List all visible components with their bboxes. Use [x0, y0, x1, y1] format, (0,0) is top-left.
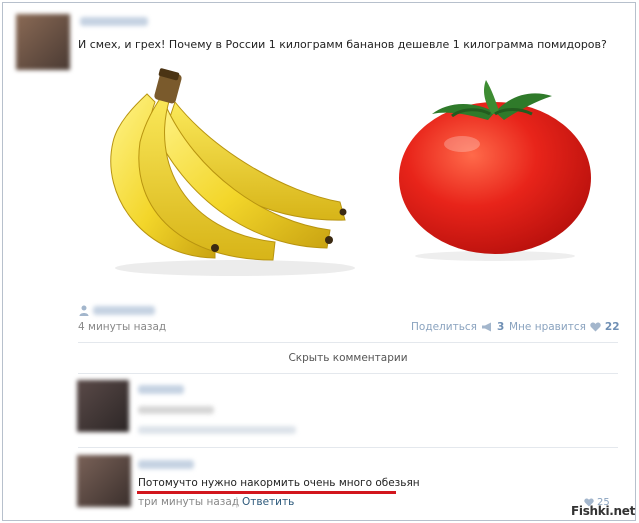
commenter-name[interactable]: [138, 385, 184, 394]
like-label: Мне нравится: [509, 321, 586, 333]
commenter-name[interactable]: [138, 460, 194, 469]
like-button[interactable]: Мне нравится 22: [509, 321, 620, 333]
reply-link[interactable]: Ответить: [242, 496, 294, 508]
hide-comments-link[interactable]: Скрыть комментарии: [78, 352, 618, 364]
divider: [78, 373, 618, 374]
divider: [78, 342, 618, 343]
person-icon: [79, 305, 89, 316]
liked-by-names[interactable]: [93, 306, 155, 315]
post-timestamp[interactable]: 4 минуты назад: [78, 321, 166, 333]
commenter-avatar[interactable]: [77, 455, 131, 507]
share-button[interactable]: Поделиться 3: [411, 321, 504, 333]
share-count: 3: [496, 321, 505, 333]
highlight-underline: [137, 491, 396, 494]
comment-timestamp[interactable]: три минуты назад: [138, 496, 239, 508]
like-count: 22: [604, 321, 620, 333]
commenter-avatar[interactable]: [77, 380, 129, 432]
post-text: И смех, и грех! Почему в России 1 килогр…: [78, 38, 607, 51]
tomato-image: [399, 80, 591, 261]
comment-text: Потомучто нужно накормить очень много об…: [138, 477, 420, 489]
share-label: Поделиться: [411, 321, 477, 333]
bananas-image: [110, 68, 355, 276]
meta-separator: |: [235, 496, 239, 508]
heart-icon: [590, 322, 601, 332]
divider: [78, 447, 618, 448]
author-name[interactable]: [80, 17, 148, 26]
watermark-logo: Fishki.net: [571, 504, 636, 518]
megaphone-icon: [481, 322, 491, 332]
comment-meta-blurred: [138, 426, 296, 434]
comment-text-blurred: [138, 406, 214, 414]
author-avatar[interactable]: [16, 14, 70, 70]
